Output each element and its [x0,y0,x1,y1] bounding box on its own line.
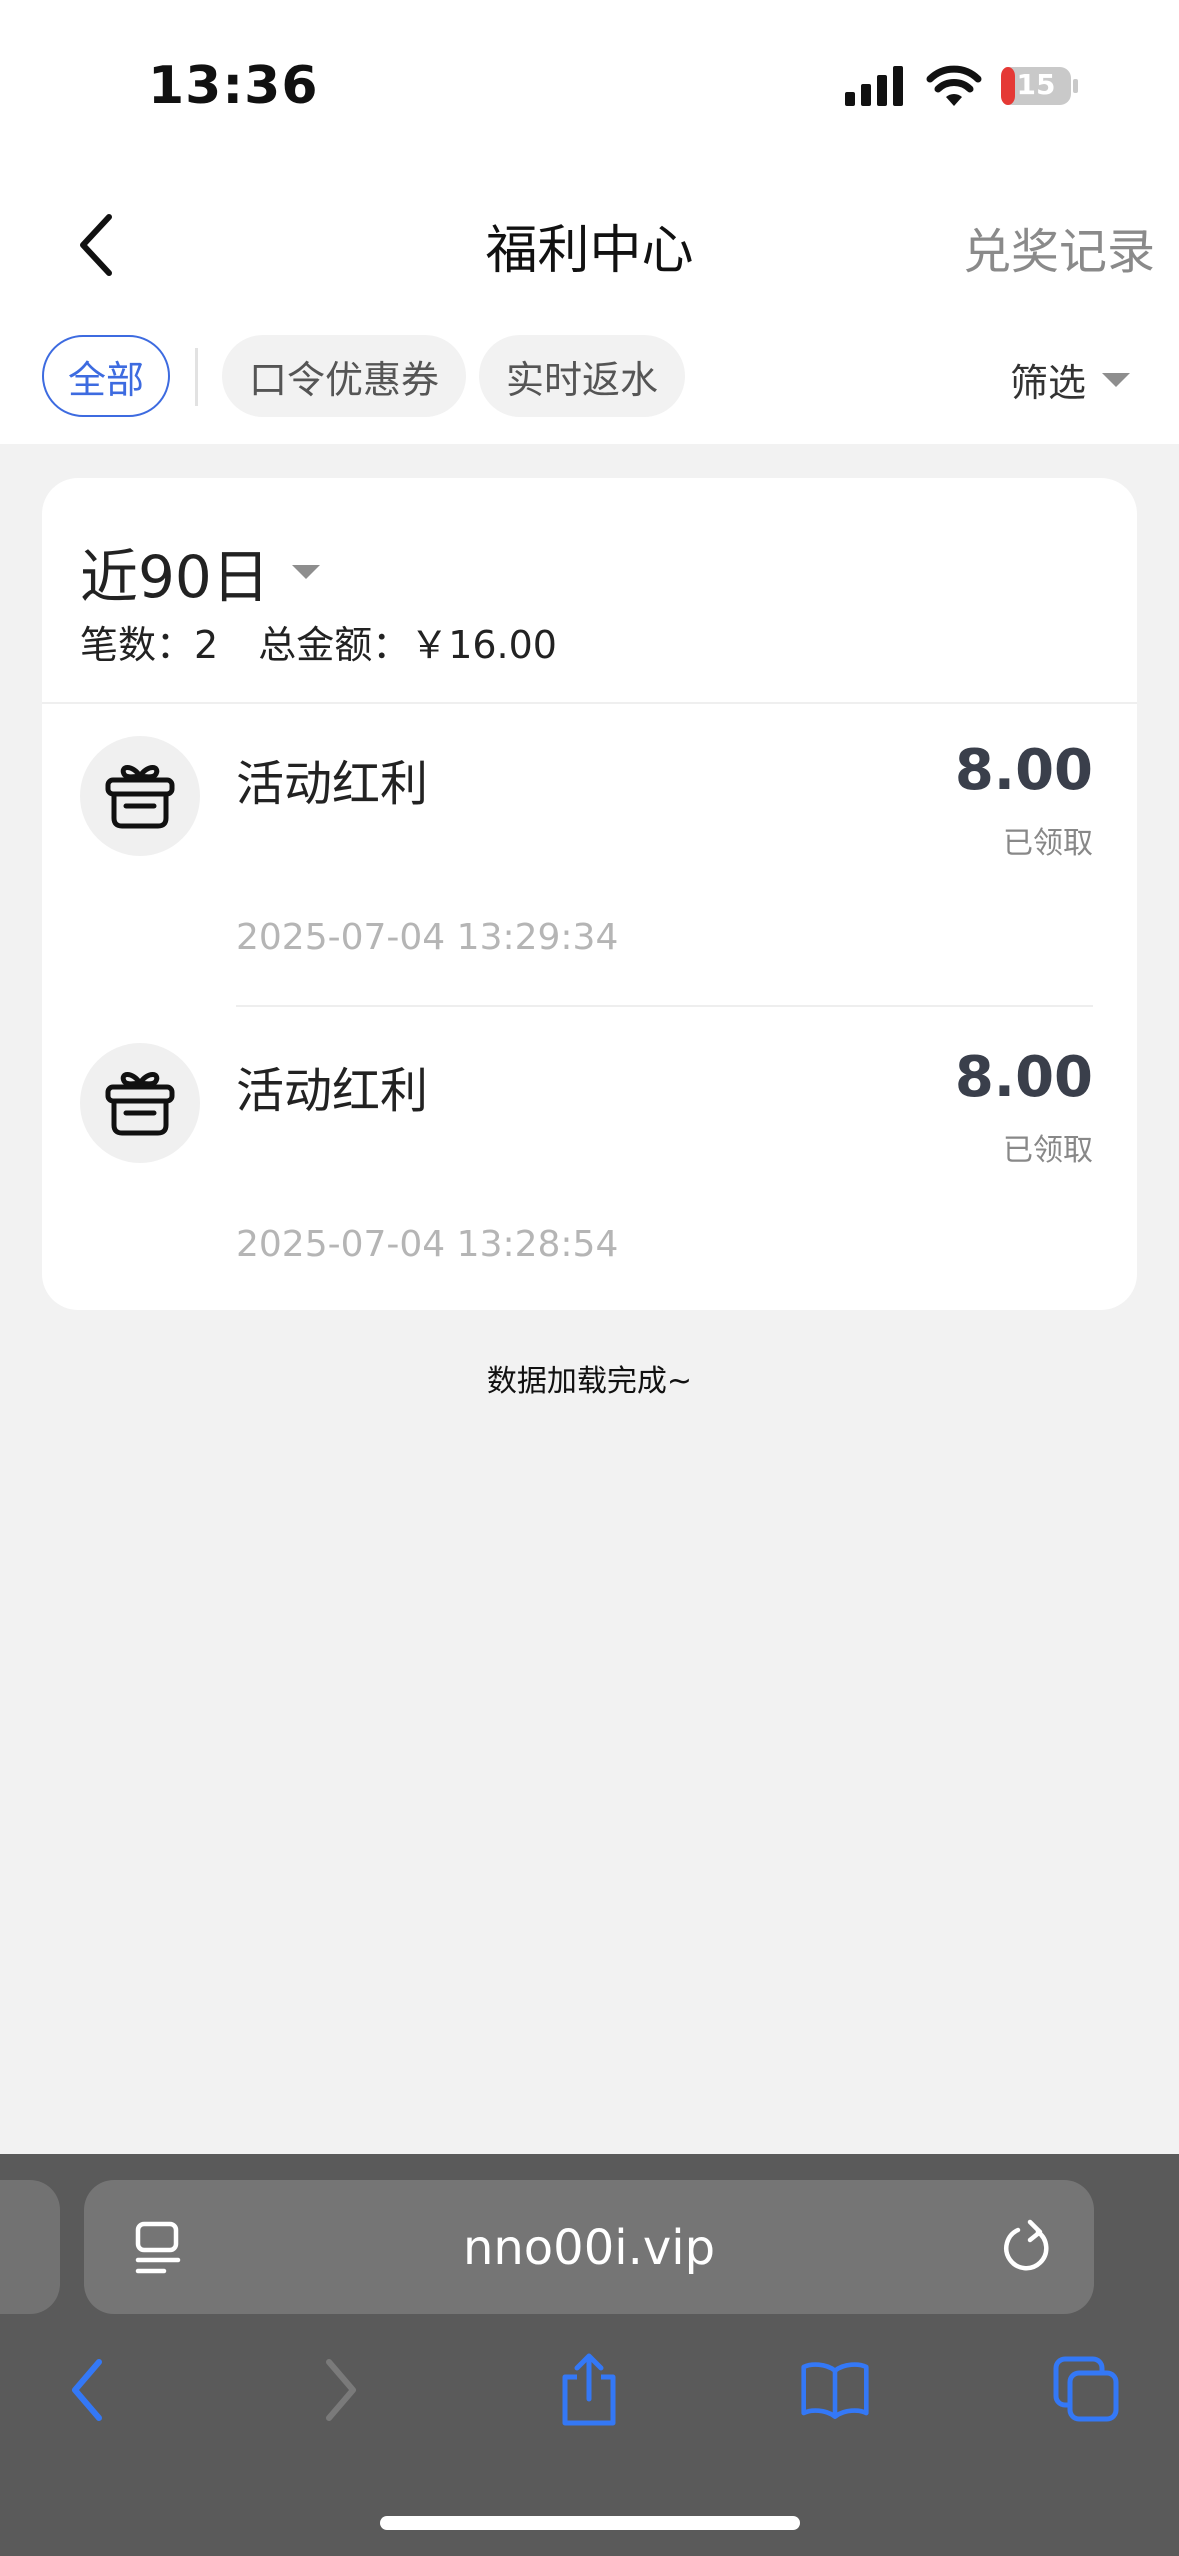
reload-icon[interactable] [1000,2218,1054,2276]
tab-code-coupon[interactable]: 口令优惠券 [222,335,466,417]
chevron-right-icon [326,2359,356,2421]
status-time: 13:36 [148,56,319,116]
record-count: 笔数：2 [80,623,219,667]
bookmarks-button[interactable] [800,2350,870,2430]
previous-tab-preview[interactable] [0,2180,60,2314]
tabs-icon [1053,2356,1119,2422]
chevron-left-icon [72,2359,102,2421]
record-status: 已领取 [1003,1133,1093,1168]
record-title: 活动红利 [236,756,429,812]
record-time: 2025-07-04 13:29:34 [236,917,619,958]
caret-down-icon [291,565,320,579]
share-icon [562,2353,616,2426]
filter-button[interactable]: 筛选 [1010,352,1131,407]
record-time: 2025-07-04 13:28:54 [236,1224,619,1265]
redeem-records-button[interactable]: 兑奖记录 [963,212,1155,282]
record-amount: 8.00 [954,738,1093,803]
record-title: 活动红利 [236,1063,429,1119]
tab-all[interactable]: 全部 [42,335,170,417]
period-selector[interactable]: 近90日 [80,530,320,614]
tab-realtime-rebate[interactable]: 实时返水 [479,335,685,417]
battery-icon: 15 [1000,66,1080,106]
period-label: 近90日 [80,543,270,611]
book-icon [801,2362,869,2420]
share-button[interactable] [554,2350,624,2430]
browser-back-button[interactable] [52,2350,122,2430]
caret-down-icon [1102,372,1131,387]
record-amount: 8.00 [954,1045,1093,1110]
filter-label: 筛选 [1010,361,1087,405]
gift-icon [80,1043,200,1163]
row-divider [236,1005,1093,1007]
browser-forward-button[interactable] [306,2350,376,2430]
record-status: 已领取 [1003,826,1093,861]
cellular-signal-icon [845,66,903,106]
tabs-button[interactable] [1052,2350,1122,2430]
wifi-icon [926,65,982,106]
battery-level: 15 [1016,68,1056,101]
url-text: nno00i.vip [462,2220,716,2276]
card-divider [42,702,1137,704]
summary-line: 笔数：2 总金额：￥16.00 [80,614,557,669]
tab-divider [195,348,198,406]
load-complete-text: 数据加载完成~ [486,1364,693,1399]
home-indicator [380,2516,800,2530]
total-amount: 总金额：￥16.00 [258,623,557,667]
gift-icon [80,736,200,856]
